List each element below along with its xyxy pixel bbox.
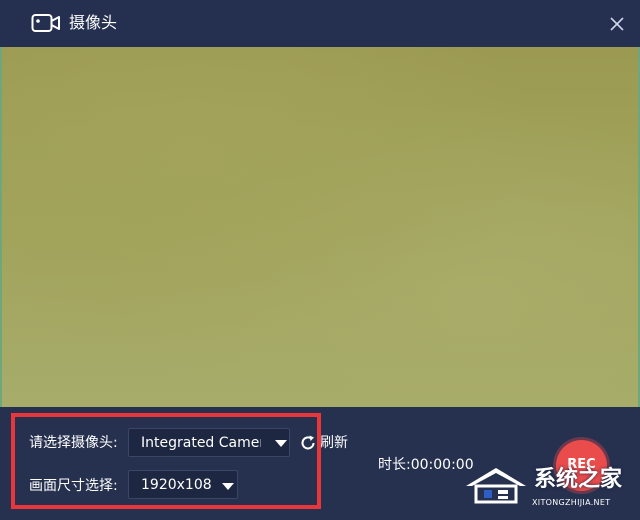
watermark-logo-icon — [466, 468, 526, 504]
dropdown-arrow-icon — [275, 440, 287, 447]
camera-select-label: 请选择摄像头: — [29, 435, 118, 451]
camera-preview — [0, 47, 640, 407]
duration-label: 时长: — [378, 457, 411, 473]
watermark-text: 系统之家 — [534, 467, 623, 492]
refresh-label: 刷新 — [320, 435, 348, 451]
size-select-value: 1920x1080 — [141, 477, 211, 493]
duration-display: 时长:00:00:00 — [378, 456, 474, 474]
close-icon — [610, 17, 624, 31]
window-title: 摄像头 — [69, 13, 118, 32]
size-select-label: 画面尺寸选择: — [29, 478, 118, 494]
watermark-subtext: XITONGZHIJIA.NET — [532, 498, 611, 507]
close-button[interactable] — [606, 13, 628, 35]
title-bar: 摄像头 — [0, 0, 640, 47]
refresh-icon — [301, 435, 315, 450]
watermark: 系统之家 XITONGZHIJIA.NET — [462, 458, 638, 516]
camera-select-value: Integrated Camera — [141, 435, 261, 451]
camera-select[interactable]: Integrated Camera — [128, 428, 290, 457]
size-select[interactable]: 1920x1080 — [128, 470, 238, 499]
video-camera-icon — [31, 14, 60, 32]
dropdown-arrow-icon — [222, 483, 234, 490]
